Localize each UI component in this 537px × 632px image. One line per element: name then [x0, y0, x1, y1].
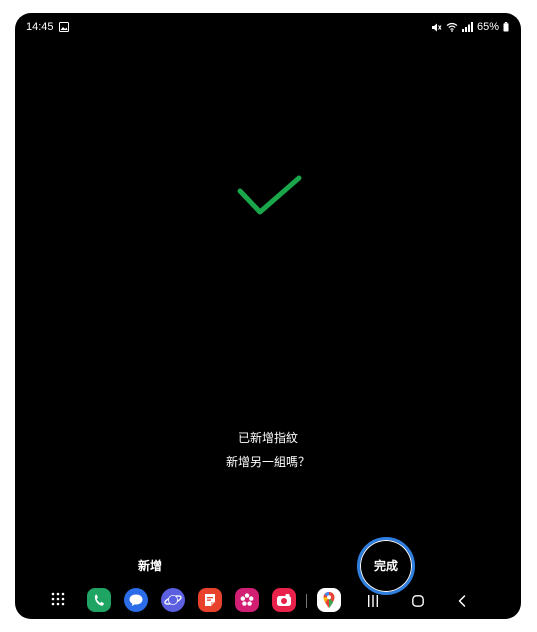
taskbar: [15, 586, 521, 616]
taskbar-divider: [306, 594, 307, 608]
back-button[interactable]: [458, 594, 466, 612]
add-button[interactable]: 新增: [125, 554, 175, 578]
status-left: 14:45: [26, 21, 69, 33]
notes-app-icon[interactable]: [198, 588, 222, 612]
fingerprint-added-message: 已新增指紋: [237, 431, 298, 445]
status-right: 65%: [431, 21, 509, 33]
home-button[interactable]: [412, 594, 424, 612]
battery-icon: [503, 22, 509, 32]
camera-app-icon[interactable]: [272, 588, 296, 612]
add-another-prompt: 新增另一組嗎？: [225, 455, 310, 469]
messages-app-icon[interactable]: [124, 588, 148, 612]
battery-text: 65%: [476, 21, 499, 33]
signal-icon: [461, 22, 473, 32]
phone-app-icon[interactable]: [87, 588, 111, 612]
status-time: 14:45: [26, 21, 54, 33]
wifi-icon: [446, 22, 458, 32]
mute-icon: [431, 22, 442, 33]
gallery-app-icon[interactable]: [235, 588, 259, 612]
apps-grid-icon[interactable]: [51, 592, 65, 611]
phone-screen: 14:45 65% 已新增指紋 新增另一組嗎？ 新增 完成: [15, 13, 521, 619]
image-icon: [58, 22, 69, 32]
recents-button[interactable]: [367, 594, 379, 612]
maps-app-icon[interactable]: [317, 588, 341, 612]
internet-app-icon[interactable]: [161, 588, 185, 612]
checkmark-icon: [236, 173, 304, 224]
status-bar: 14:45 65%: [15, 13, 521, 43]
